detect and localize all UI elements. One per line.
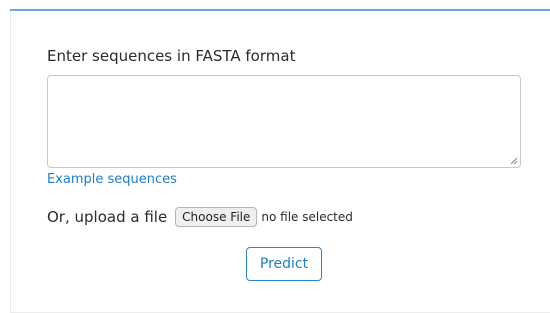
panel-top-border xyxy=(10,9,550,11)
upload-row: Or, upload a file Choose File no file se… xyxy=(47,206,353,228)
page: Enter sequences in FASTA format Example … xyxy=(0,0,550,313)
sequence-input-label: Enter sequences in FASTA format xyxy=(47,47,296,65)
sequence-textarea[interactable] xyxy=(47,75,521,168)
choose-file-button[interactable]: Choose File xyxy=(175,207,258,227)
file-status-text: no file selected xyxy=(261,210,353,224)
upload-label: Or, upload a file xyxy=(47,208,168,226)
resize-grip-icon[interactable] xyxy=(510,157,518,165)
example-sequences-link[interactable]: Example sequences xyxy=(47,172,177,187)
panel-left-border xyxy=(10,11,11,313)
predict-button[interactable]: Predict xyxy=(246,247,322,281)
